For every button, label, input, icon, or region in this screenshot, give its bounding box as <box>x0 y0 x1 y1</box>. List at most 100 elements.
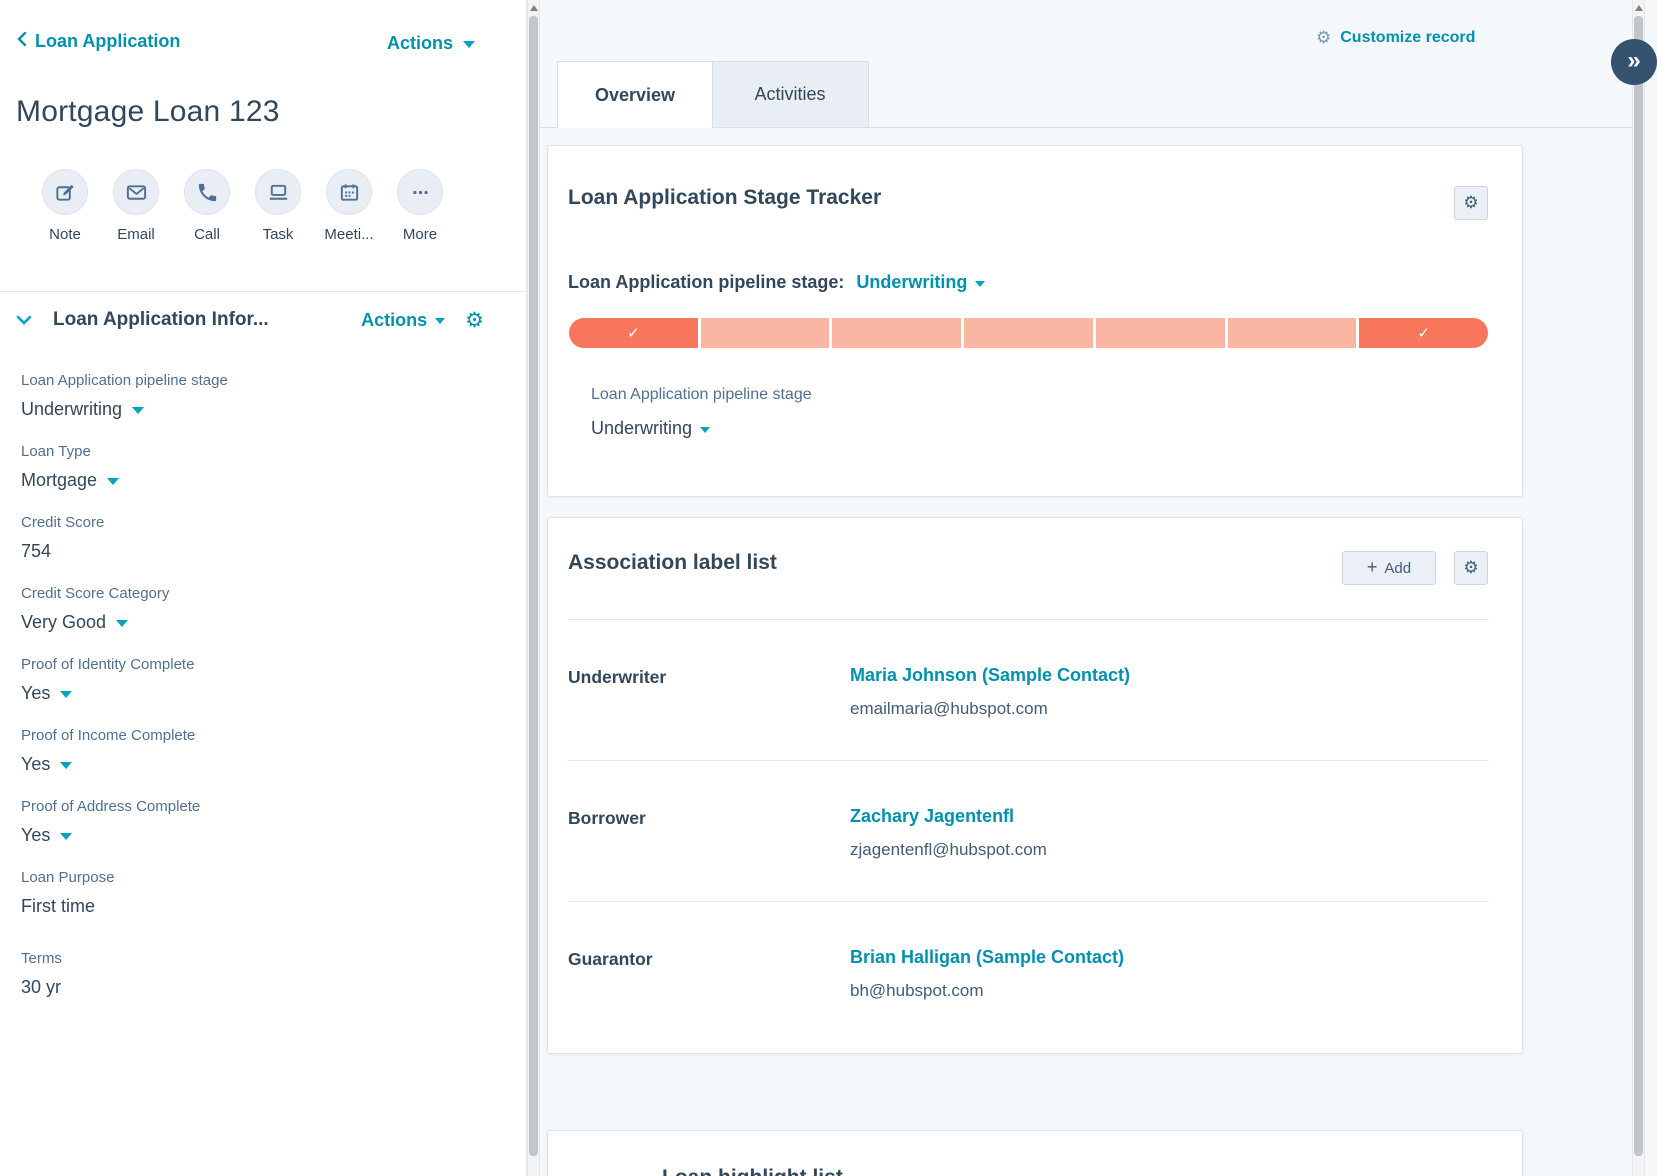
scrollbar-thumb[interactable] <box>1634 16 1643 1156</box>
scrollbar-thumb[interactable] <box>529 16 538 1156</box>
sidebar-field: Proof of Address CompleteYes <box>21 798 501 846</box>
contact-email: bh@hubspot.com <box>850 981 1124 1001</box>
field-value[interactable]: Mortgage <box>21 470 501 491</box>
association-role-label: Borrower <box>568 806 850 860</box>
call-icon[interactable] <box>184 169 230 215</box>
section-header: Loan Application Infor... Actions ⚙ <box>16 309 484 331</box>
record-actions-menu[interactable]: Actions <box>387 33 475 54</box>
quick-action-task[interactable]: Task <box>255 169 301 243</box>
field-label: Loan Application pipeline stage <box>21 372 501 389</box>
card-settings-button[interactable]: ⚙ <box>1454 186 1488 220</box>
clipped-card: Loan highlight list <box>547 1130 1523 1176</box>
card-settings-button[interactable]: ⚙ <box>1454 551 1488 585</box>
chevron-down-icon <box>60 691 72 698</box>
field-label: Proof of Identity Complete <box>21 656 501 673</box>
scroll-up-arrow-icon[interactable] <box>1635 5 1643 11</box>
customize-record-link[interactable]: ⚙ Customize record <box>1316 29 1475 47</box>
field-value[interactable]: Underwriting <box>21 399 501 420</box>
stage-segment-done[interactable]: ✓ <box>1359 318 1488 348</box>
back-link[interactable]: Loan Application <box>16 31 180 52</box>
chevron-down-icon <box>116 620 128 627</box>
association-contact: Maria Johnson (Sample Contact) emailmaria… <box>850 665 1130 719</box>
more-icon[interactable] <box>397 169 443 215</box>
stage-progress-bar: ✓✓ <box>569 318 1488 348</box>
quick-action-note[interactable]: Note <box>42 169 88 243</box>
chevron-down-icon <box>60 762 72 769</box>
quick-action-more[interactable]: More <box>397 169 443 243</box>
field-value[interactable]: Yes <box>21 683 501 704</box>
record-sidebar: Loan Application Actions Mortgage Loan 1… <box>0 0 527 1176</box>
chevron-down-icon <box>463 41 475 48</box>
add-association-button[interactable]: + Add <box>1342 551 1436 585</box>
sidebar-field: Terms30 yr <box>21 950 501 998</box>
back-link-label: Loan Application <box>35 31 180 52</box>
collapse-panel-button[interactable]: » <box>1611 39 1657 85</box>
record-actions-label: Actions <box>387 33 453 54</box>
section-settings-gear-icon[interactable]: ⚙ <box>465 310 484 331</box>
quick-action-meeti[interactable]: Meeti... <box>326 169 372 243</box>
field-label: Loan Type <box>21 443 501 460</box>
chevron-left-icon <box>16 31 27 52</box>
quick-action-label: Email <box>117 226 155 243</box>
email-icon[interactable] <box>113 169 159 215</box>
chevron-down-icon <box>60 833 72 840</box>
stage-segment-pending[interactable] <box>1228 318 1357 348</box>
field-label: Loan Purpose <box>21 869 501 886</box>
quick-action-email[interactable]: Email <box>113 169 159 243</box>
pipeline-stage-label: Loan Application pipeline stage: <box>568 272 844 293</box>
chevron-down-icon <box>132 407 144 414</box>
check-icon: ✓ <box>627 324 640 342</box>
contact-name-link[interactable]: Zachary Jagentenfl <box>850 806 1047 827</box>
task-icon[interactable] <box>255 169 301 215</box>
stage-tracker-card: Loan Application Stage Tracker ⚙ Loan Ap… <box>547 145 1523 497</box>
association-rows: UnderwriterMaria Johnson (Sample Contact… <box>568 619 1489 1042</box>
sidebar-fields: Loan Application pipeline stage Underwrit… <box>21 372 501 1021</box>
field-label: Credit Score <box>21 514 501 531</box>
field-value: 754 <box>21 541 501 562</box>
sidebar-divider <box>0 291 526 292</box>
pipeline-stage-row: Loan Application pipeline stage: Underwr… <box>568 272 985 293</box>
contact-name-link[interactable]: Maria Johnson (Sample Contact) <box>850 665 1130 686</box>
sidebar-field: Proof of Income Complete Yes <box>21 727 501 775</box>
pipeline-sub-label: Loan Application pipeline stage <box>591 386 812 404</box>
chevron-down-icon <box>975 281 985 287</box>
card-title: Loan Application Stage Tracker <box>568 186 881 210</box>
pipeline-stage-dropdown[interactable]: Underwriting <box>856 272 985 293</box>
association-row: UnderwriterMaria Johnson (Sample Contact… <box>568 620 1489 761</box>
section-actions-menu[interactable]: Actions <box>361 310 445 331</box>
association-row: BorrowerZachary Jagentenflzjagentenfl@hu… <box>568 761 1489 902</box>
tab-overview[interactable]: Overview <box>557 61 713 128</box>
main-scrollbar[interactable] <box>1632 0 1645 1176</box>
field-value[interactable]: Yes <box>21 825 501 846</box>
quick-action-call[interactable]: Call <box>184 169 230 243</box>
field-value[interactable]: Yes <box>21 754 501 775</box>
sidebar-field: Loan Purpose First time <box>21 869 501 917</box>
pipeline-sub-dropdown[interactable]: Underwriting <box>591 418 710 439</box>
stage-segment-pending[interactable] <box>964 318 1093 348</box>
sidebar-scrollbar[interactable] <box>527 0 540 1176</box>
contact-name-link[interactable]: Brian Halligan (Sample Contact) <box>850 947 1124 968</box>
quick-action-label: Call <box>194 226 220 243</box>
customize-record-label: Customize record <box>1340 29 1475 47</box>
association-row: GuarantorBrian Halligan (Sample Contact)… <box>568 902 1489 1042</box>
field-value: First time <box>21 896 501 917</box>
meetings-icon[interactable] <box>326 169 372 215</box>
quick-action-label: Task <box>263 226 294 243</box>
stage-segment-pending[interactable] <box>701 318 830 348</box>
card-title: Loan highlight list <box>662 1166 1522 1176</box>
plus-icon: + <box>1367 557 1378 578</box>
note-icon[interactable] <box>42 169 88 215</box>
field-value[interactable]: Very Good <box>21 612 501 633</box>
stage-segment-pending[interactable] <box>832 318 961 348</box>
field-label: Proof of Income Complete <box>21 727 501 744</box>
quick-action-label: Note <box>49 226 81 243</box>
stage-segment-done[interactable]: ✓ <box>569 318 698 348</box>
sidebar-field: Credit Score 754 <box>21 514 501 562</box>
gear-icon: ⚙ <box>1463 560 1478 577</box>
scroll-up-arrow-icon[interactable] <box>530 5 538 11</box>
collapse-chevron-icon[interactable] <box>16 315 32 326</box>
stage-segment-pending[interactable] <box>1096 318 1225 348</box>
card-title: Association label list <box>568 551 777 575</box>
contact-email: emailmaria@hubspot.com <box>850 699 1130 719</box>
tab-activities[interactable]: Activities <box>712 61 869 128</box>
